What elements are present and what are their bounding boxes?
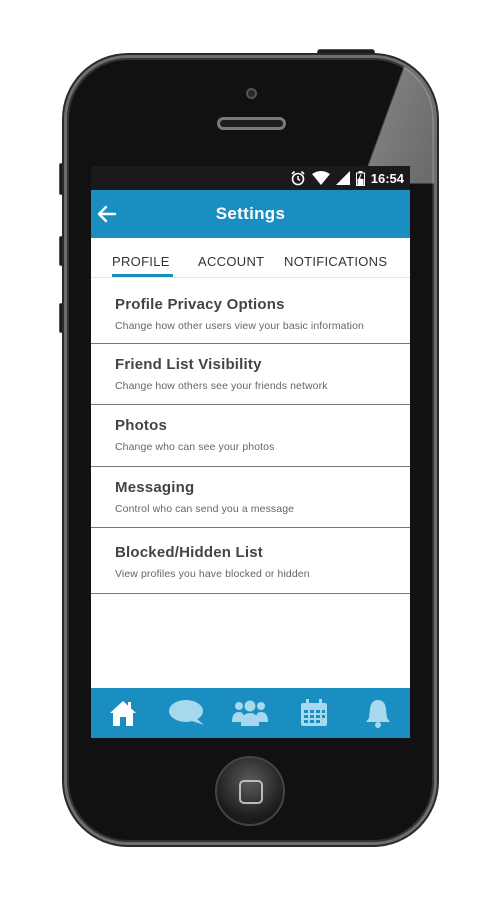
tab-bar: PROFILE ACCOUNT NOTIFICATIONS [91,238,410,278]
tab-profile[interactable]: PROFILE [112,254,198,277]
tab-notifications[interactable]: NOTIFICATIONS [284,254,394,277]
status-bar: 16:54 [91,166,410,190]
settings-item-photos[interactable]: Photos Change who can see your photos [91,405,410,467]
bell-icon [366,700,391,728]
settings-item-profile-privacy[interactable]: Profile Privacy Options Change how other… [91,278,410,344]
chat-icon [168,700,204,725]
nav-calendar[interactable] [294,693,334,733]
settings-item-title: Friend List Visibility [115,356,262,373]
alarm-icon [291,170,305,186]
status-time: 16:54 [370,170,404,186]
settings-item-friend-list[interactable]: Friend List Visibility Change how others… [91,344,410,405]
battery-icon [355,170,365,186]
home-icon [109,701,136,726]
nav-home[interactable] [103,693,143,733]
earpiece-speaker [217,117,286,130]
settings-item-subtitle: Change who can see your photos [115,441,275,453]
app-bar: Settings [91,190,410,238]
wifi-icon [311,171,330,185]
back-arrow-icon[interactable] [95,202,119,226]
settings-item-subtitle: Change how others see your friends netwo… [115,380,328,392]
home-button-square-icon [239,780,263,804]
settings-item-title: Photos [115,417,168,434]
settings-item-messaging[interactable]: Messaging Control who can send you a mes… [91,467,410,528]
phone-screen: 16:54 Settings PROFILE ACCOUNT NOTIFICAT… [91,166,410,738]
settings-item-subtitle: Control who can send you a message [115,503,295,515]
settings-item-subtitle: View profiles you have blocked or hidden [115,568,310,580]
settings-item-title: Blocked/Hidden List [115,544,263,561]
signal-icon [335,171,350,185]
page-title: Settings [215,204,286,223]
bottom-navigation [91,688,410,738]
nav-friends[interactable] [230,693,270,733]
friends-icon [232,700,269,726]
nav-chat[interactable] [167,693,207,733]
tab-account[interactable]: ACCOUNT [198,254,284,277]
settings-item-title: Profile Privacy Options [115,296,285,313]
home-hardware-button[interactable] [215,756,285,826]
settings-item-title: Messaging [115,479,195,496]
settings-list: Profile Privacy Options Change how other… [91,278,410,594]
nav-notifications[interactable] [358,693,398,733]
calendar-icon [301,699,328,726]
settings-item-subtitle: Change how other users view your basic i… [115,320,364,332]
device-stage: 16:54 Settings PROFILE ACCOUNT NOTIFICAT… [0,0,500,900]
front-camera [246,88,257,99]
settings-item-blocked-hidden[interactable]: Blocked/Hidden List View profiles you ha… [91,528,410,594]
